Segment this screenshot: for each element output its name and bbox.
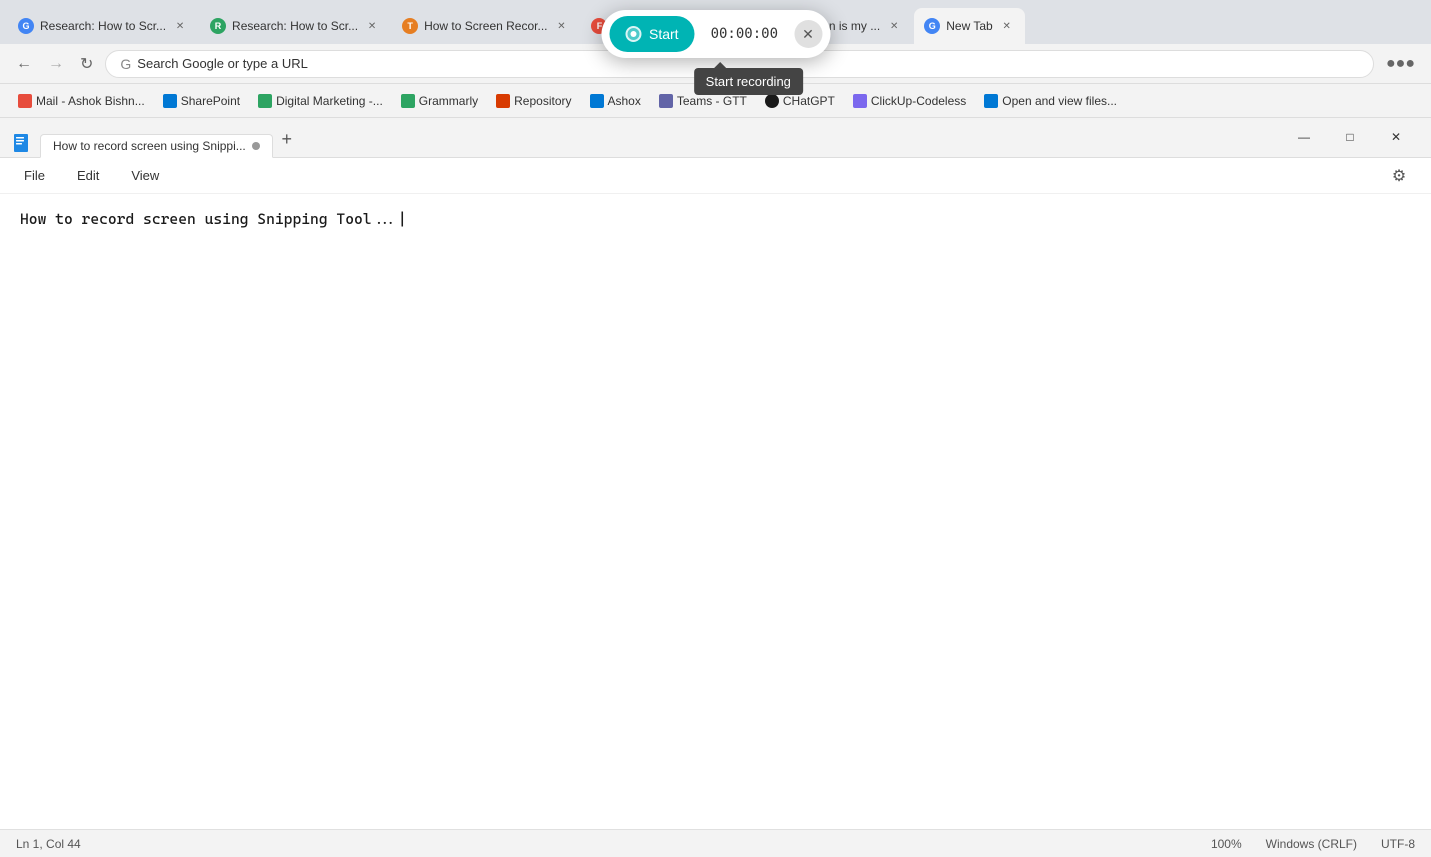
refresh-button[interactable]: ↻	[76, 50, 97, 78]
notepad-tab-label: How to record screen using Snippi...	[53, 139, 246, 153]
start-label: Start	[649, 26, 679, 42]
bookmark-clickup-icon	[853, 94, 867, 108]
bookmark-sharepoint-label: SharePoint	[181, 94, 240, 108]
edit-menu[interactable]: Edit	[69, 164, 107, 187]
status-right: 100% Windows (CRLF) UTF-8	[1211, 837, 1415, 851]
tab6-favicon: G	[924, 18, 940, 34]
bookmark-teams-label: Teams - GTT	[677, 94, 747, 108]
notepad-maximize-btn[interactable]: □	[1327, 121, 1373, 153]
bookmark-digital-label: Digital Marketing -...	[276, 94, 383, 108]
browser-tab-6[interactable]: G New Tab ✕	[914, 8, 1024, 44]
tab2-close[interactable]: ✕	[364, 18, 380, 34]
bookmark-sharepoint-icon	[163, 94, 177, 108]
tab3-label: How to Screen Recor...	[424, 19, 547, 33]
bookmark-repository[interactable]: Repository	[488, 92, 579, 110]
tab1-label: Research: How to Scr...	[40, 19, 166, 33]
bookmark-ashox-icon	[590, 94, 604, 108]
start-recording-button[interactable]: Start	[609, 16, 695, 52]
notepad-app-icon	[12, 133, 32, 153]
tab1-close[interactable]: ✕	[172, 18, 188, 34]
notepad-content: How to record screen using Snipping Tool…	[20, 210, 407, 228]
bookmark-sharepoint[interactable]: SharePoint	[155, 92, 248, 110]
record-inner-dot	[630, 31, 636, 37]
bookmark-repo-icon	[496, 94, 510, 108]
bookmark-grammarly-icon	[401, 94, 415, 108]
tab2-favicon: R	[210, 18, 226, 34]
bookmark-mail-icon	[18, 94, 32, 108]
bookmark-clickup-label: ClickUp-Codeless	[871, 94, 966, 108]
notepad-close-btn[interactable]: ✕	[1373, 121, 1419, 153]
notepad-window-controls: — □ ✕	[1281, 121, 1419, 153]
bookmark-chatgpt-label: CHatGPT	[783, 94, 835, 108]
tab3-favicon: T	[402, 18, 418, 34]
notepad-menubar: File Edit View ⚙	[0, 158, 1431, 194]
tab6-label: New Tab	[946, 19, 992, 33]
tab2-label: Research: How to Scr...	[232, 19, 358, 33]
file-menu[interactable]: File	[16, 164, 53, 187]
start-recording-tooltip: Start recording	[694, 68, 803, 95]
view-menu[interactable]: View	[123, 164, 167, 187]
recording-close-button[interactable]: ✕	[794, 20, 822, 48]
notepad-editor[interactable]: How to record screen using Snipping Tool…	[0, 194, 1431, 829]
bookmark-chatgpt-icon	[765, 94, 779, 108]
record-circle-icon	[625, 26, 641, 42]
cursor-position: Ln 1, Col 44	[16, 837, 1211, 851]
google-icon: G	[120, 56, 131, 72]
tab6-close[interactable]: ✕	[999, 18, 1015, 34]
browser-tab-2[interactable]: R Research: How to Scr... ✕	[200, 8, 390, 44]
bookmark-openview[interactable]: Open and view files...	[976, 92, 1125, 110]
browser-tab-1[interactable]: G Research: How to Scr... ✕	[8, 8, 198, 44]
tab1-favicon: G	[18, 18, 34, 34]
tab3-close[interactable]: ✕	[553, 18, 569, 34]
bookmark-digitalmarketing[interactable]: Digital Marketing -...	[250, 92, 391, 110]
notepad-window: How to record screen using Snippi... + —…	[0, 118, 1431, 857]
bookmark-mail[interactable]: Mail - Ashok Bishn...	[10, 92, 153, 110]
notepad-statusbar: Ln 1, Col 44 100% Windows (CRLF) UTF-8	[0, 829, 1431, 857]
extensions-button[interactable]: ●●●	[1382, 51, 1419, 77]
bookmark-grammarly[interactable]: Grammarly	[393, 92, 486, 110]
address-text: Search Google or type a URL	[137, 56, 308, 71]
notepad-new-tab-btn[interactable]: +	[273, 125, 301, 153]
back-button[interactable]: ←	[12, 51, 36, 77]
bookmark-openview-icon	[984, 94, 998, 108]
bookmark-ashox[interactable]: Ashox	[582, 92, 649, 110]
bookmark-repo-label: Repository	[514, 94, 571, 108]
forward-button[interactable]: →	[44, 51, 68, 77]
tab5-close[interactable]: ✕	[886, 18, 902, 34]
bookmark-mail-label: Mail - Ashok Bishn...	[36, 94, 145, 108]
bookmark-grammarly-label: Grammarly	[419, 94, 478, 108]
bookmark-digital-icon	[258, 94, 272, 108]
bookmark-ashox-label: Ashox	[608, 94, 641, 108]
bookmark-teams-icon	[659, 94, 673, 108]
recording-bar: Start 00:00:00 ✕	[601, 10, 830, 58]
encoding: UTF-8	[1381, 837, 1415, 851]
line-ending: Windows (CRLF)	[1266, 837, 1357, 851]
notepad-unsaved-dot	[252, 142, 260, 150]
bookmark-openview-label: Open and view files...	[1002, 94, 1117, 108]
notepad-tab[interactable]: How to record screen using Snippi...	[40, 134, 273, 158]
recording-timer: 00:00:00	[703, 26, 786, 42]
bookmark-clickup[interactable]: ClickUp-Codeless	[845, 92, 974, 110]
settings-gear-icon[interactable]: ⚙	[1383, 160, 1415, 192]
tooltip-text: Start recording	[706, 74, 791, 89]
browser-tab-3[interactable]: T How to Screen Recor... ✕	[392, 8, 579, 44]
notepad-minimize-btn[interactable]: —	[1281, 121, 1327, 153]
zoom-level: 100%	[1211, 837, 1242, 851]
